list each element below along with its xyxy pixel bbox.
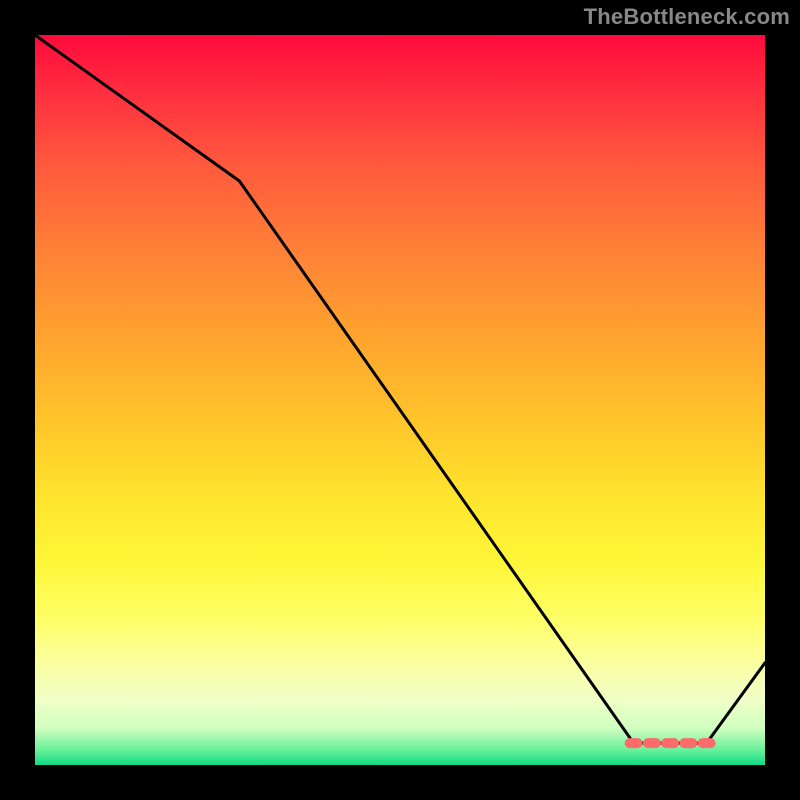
chart-overlay xyxy=(35,35,765,765)
chart-marker xyxy=(661,738,679,748)
chart-marker xyxy=(643,738,661,748)
attribution-label: TheBottleneck.com xyxy=(584,4,790,30)
chart-marker xyxy=(625,738,643,748)
chart-frame: TheBottleneck.com xyxy=(0,0,800,800)
plot-area xyxy=(35,35,765,765)
chart-marker xyxy=(679,738,697,748)
chart-marker xyxy=(698,738,716,748)
chart-line xyxy=(35,35,765,743)
chart-markers xyxy=(625,738,716,748)
